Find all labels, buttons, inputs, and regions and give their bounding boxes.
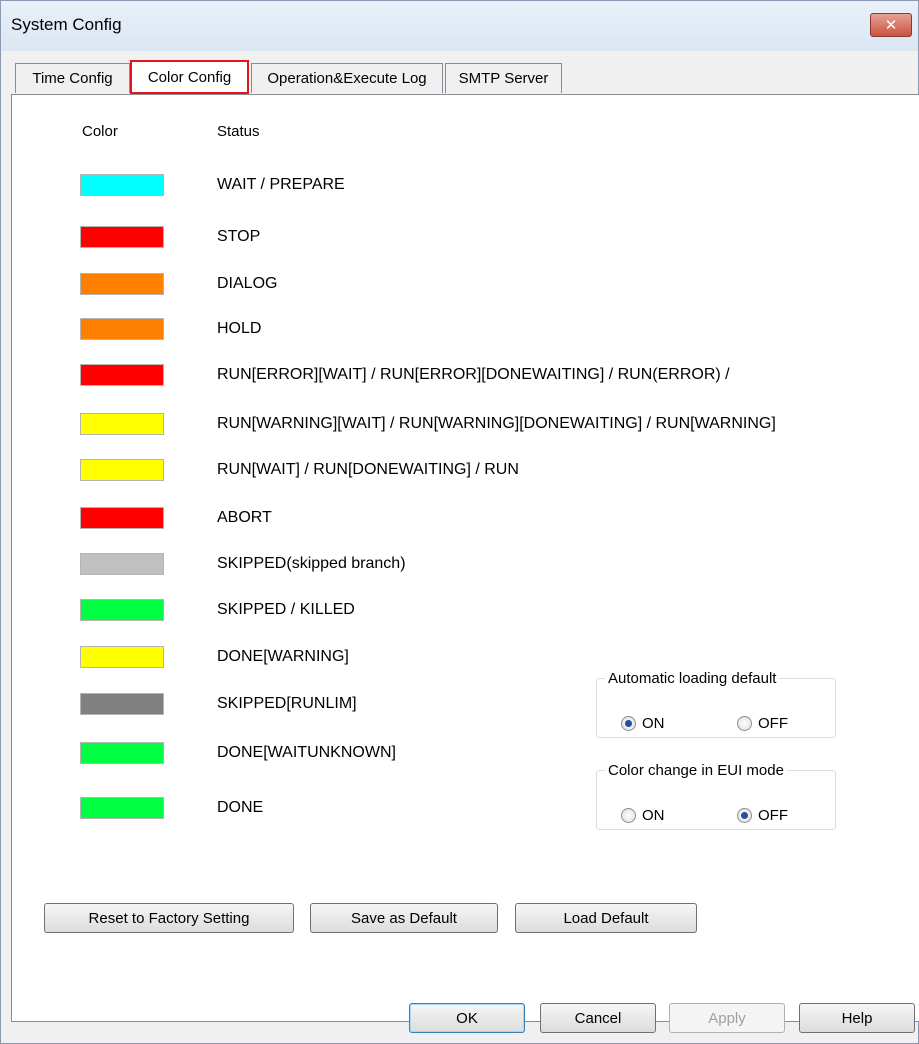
status-row: ABORT [12, 507, 892, 531]
status-row: DIALOG [12, 273, 892, 297]
radio-selected-icon [737, 808, 752, 823]
close-button[interactable]: ✕ [870, 13, 912, 37]
tab-smtp-server[interactable]: SMTP Server [445, 63, 562, 93]
color-swatch[interactable] [80, 226, 164, 248]
eui-color-off-label: OFF [758, 807, 788, 824]
tab-color-config[interactable]: Color Config [130, 60, 249, 94]
eui-color-on-radio[interactable]: ON [621, 807, 665, 824]
tab-time-config[interactable]: Time Config [15, 63, 130, 93]
status-label: DIALOG [217, 275, 278, 292]
color-swatch[interactable] [80, 273, 164, 295]
status-row: STOP [12, 226, 892, 250]
cancel-button[interactable]: Cancel [540, 1003, 656, 1033]
automatic-loading-default-legend: Automatic loading default [608, 670, 777, 687]
status-label: DONE[WARNING] [217, 648, 349, 665]
status-label: RUN[WAIT] / RUN[DONEWAITING] / RUN [217, 461, 519, 478]
title-bar: System Config ✕ [1, 1, 918, 51]
status-label: RUN[WARNING][WAIT] / RUN[WARNING][DONEWA… [217, 415, 776, 432]
auto-loading-off-radio[interactable]: OFF [737, 715, 788, 732]
auto-loading-on-radio[interactable]: ON [621, 715, 665, 732]
color-change-eui-group: Color change in EUI mode ON OFF [596, 762, 836, 830]
status-label: DONE[WAITUNKNOWN] [217, 744, 396, 761]
status-label: SKIPPED[RUNLIM] [217, 695, 357, 712]
color-swatch[interactable] [80, 364, 164, 386]
status-row: SKIPPED(skipped branch) [12, 553, 892, 577]
status-row: DONE[WARNING] [12, 646, 892, 670]
status-label: SKIPPED(skipped branch) [217, 555, 406, 572]
auto-loading-off-label: OFF [758, 715, 788, 732]
color-config-panel: Color Status WAIT / PREPARE STOP DIALOG HOL… [11, 94, 919, 1022]
reset-factory-button[interactable]: Reset to Factory Setting [44, 903, 294, 933]
tab-operation-execute-log[interactable]: Operation&Execute Log [251, 63, 443, 93]
color-swatch[interactable] [80, 413, 164, 435]
apply-button[interactable]: Apply [669, 1003, 785, 1033]
status-row: RUN[ERROR][WAIT] / RUN[ERROR][DONEWAITIN… [12, 364, 892, 388]
status-label: RUN[ERROR][WAIT] / RUN[ERROR][DONEWAITIN… [217, 366, 730, 383]
save-as-default-button[interactable]: Save as Default [310, 903, 498, 933]
color-swatch[interactable] [80, 318, 164, 340]
status-row: RUN[WARNING][WAIT] / RUN[WARNING][DONEWA… [12, 413, 892, 437]
ok-button[interactable]: OK [409, 1003, 525, 1033]
color-swatch[interactable] [80, 174, 164, 196]
status-label: DONE [217, 799, 264, 816]
automatic-loading-default-group: Automatic loading default ON OFF [596, 670, 836, 738]
color-swatch[interactable] [80, 797, 164, 819]
radio-unselected-icon [621, 808, 636, 823]
auto-loading-on-label: ON [642, 715, 665, 732]
color-swatch[interactable] [80, 459, 164, 481]
color-swatch[interactable] [80, 742, 164, 764]
status-row: SKIPPED / KILLED [12, 599, 892, 623]
color-change-eui-legend: Color change in EUI mode [608, 762, 784, 779]
eui-color-on-label: ON [642, 807, 665, 824]
status-label: ABORT [217, 509, 272, 526]
eui-color-off-radio[interactable]: OFF [737, 807, 788, 824]
help-button[interactable]: Help [799, 1003, 915, 1033]
radio-selected-icon [621, 716, 636, 731]
load-default-button[interactable]: Load Default [515, 903, 697, 933]
system-config-dialog: System Config ✕ Time Config Color Config… [0, 0, 919, 1044]
close-icon: ✕ [884, 17, 898, 34]
status-label: SKIPPED / KILLED [217, 601, 355, 618]
color-swatch[interactable] [80, 599, 164, 621]
status-column-header: Status [217, 123, 260, 140]
radio-unselected-icon [737, 716, 752, 731]
status-row: HOLD [12, 318, 892, 342]
color-swatch[interactable] [80, 553, 164, 575]
status-label: HOLD [217, 320, 262, 337]
status-label: WAIT / PREPARE [217, 176, 345, 193]
window-title: System Config [11, 15, 122, 34]
color-column-header: Color [82, 123, 118, 140]
status-row: RUN[WAIT] / RUN[DONEWAITING] / RUN [12, 459, 892, 483]
color-swatch[interactable] [80, 507, 164, 529]
status-row: WAIT / PREPARE [12, 174, 892, 198]
color-swatch[interactable] [80, 646, 164, 668]
status-label: STOP [217, 228, 261, 245]
color-swatch[interactable] [80, 693, 164, 715]
